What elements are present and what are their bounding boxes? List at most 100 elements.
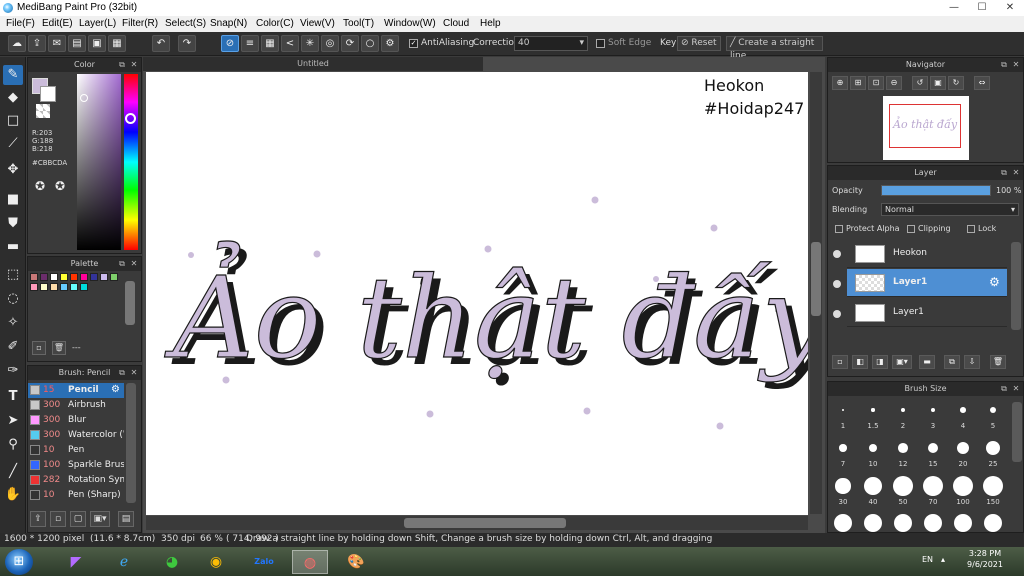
- palette-swatch[interactable]: [40, 273, 48, 281]
- brush-item[interactable]: 100 Sparkle Brush: [28, 458, 124, 473]
- brush-settings-gear-icon[interactable]: ⚙: [111, 384, 120, 395]
- internet-explorer-icon[interactable]: ℯ: [106, 550, 142, 574]
- palette-swatch[interactable]: [110, 273, 118, 281]
- vertical-scrollbar[interactable]: [810, 72, 822, 514]
- minimize-button[interactable]: —: [940, 0, 968, 16]
- language-indicator[interactable]: EN: [922, 555, 933, 564]
- panel-close-icon[interactable]: ✕: [1011, 382, 1021, 396]
- radial-snap-icon[interactable]: ✳: [301, 35, 319, 52]
- menu-tool[interactable]: Tool(T): [343, 18, 374, 29]
- upload-icon[interactable]: ⇪: [28, 35, 46, 52]
- maximize-button[interactable]: ☐: [968, 0, 996, 16]
- brush-size-dot[interactable]: [960, 407, 966, 413]
- new-color-layer-icon[interactable]: ◧: [852, 355, 868, 369]
- pages-icon[interactable]: ▦: [108, 35, 126, 52]
- new-brush-icon[interactable]: ▫: [50, 511, 66, 527]
- select-tool-icon[interactable]: ⬚: [3, 265, 23, 285]
- chrome-icon[interactable]: ◉: [198, 550, 234, 574]
- brush-size-dot[interactable]: [954, 514, 972, 532]
- eraser-tool-icon[interactable]: ◆: [3, 88, 23, 108]
- folder-icon[interactable]: ▬: [919, 355, 935, 369]
- snap-off-icon[interactable]: ⊘: [221, 35, 239, 52]
- reset-button[interactable]: ⊘ Reset: [677, 36, 721, 51]
- vertical-scrollbar-thumb[interactable]: [811, 242, 821, 316]
- background-color-swatch[interactable]: [40, 86, 56, 102]
- navigator-preview[interactable]: Ảo thật đấy: [883, 96, 969, 160]
- brush-item[interactable]: 10 Pen: [28, 443, 124, 458]
- palette-swatch[interactable]: [70, 283, 78, 291]
- panel-float-icon[interactable]: ⧉: [117, 257, 127, 271]
- menu-view[interactable]: View(V): [300, 18, 335, 29]
- zoom-out-icon[interactable]: ⊖: [886, 76, 902, 90]
- horizontal-scrollbar[interactable]: [146, 516, 808, 530]
- new-layer-icon[interactable]: ▫: [832, 355, 848, 369]
- ellipse-snap-icon[interactable]: ○: [361, 35, 379, 52]
- brush-size-dot[interactable]: [984, 514, 1002, 532]
- horizontal-scrollbar-thumb[interactable]: [404, 518, 566, 528]
- new-halftone-layer-icon[interactable]: ◨: [872, 355, 888, 369]
- new-palette-icon[interactable]: ▫: [32, 341, 46, 355]
- straight-line-button[interactable]: ╱ Create a straight line: [726, 36, 823, 61]
- undo-icon[interactable]: ↶: [152, 35, 170, 52]
- chat-icon[interactable]: ▤: [68, 35, 86, 52]
- palette-scrollbar[interactable]: [125, 281, 135, 325]
- brush-size-dot[interactable]: [871, 408, 875, 412]
- brush-size-dot[interactable]: [835, 478, 851, 494]
- gradient-tool-icon[interactable]: ▬: [3, 237, 23, 257]
- brush-size-scrollbar[interactable]: [1012, 402, 1022, 462]
- lasso-tool-icon[interactable]: ◌: [3, 289, 23, 309]
- protect-alpha-checkbox[interactable]: [835, 225, 843, 233]
- duplicate-layer-icon[interactable]: ⧉: [944, 355, 960, 369]
- brush-item-selected[interactable]: 15 Pencil: [28, 383, 124, 398]
- paint-icon[interactable]: 🎨: [338, 550, 374, 574]
- brush-size-dot[interactable]: [834, 514, 852, 532]
- opacity-slider[interactable]: [881, 185, 991, 196]
- menu-help[interactable]: Help: [480, 18, 501, 29]
- page-icon[interactable]: ▣: [88, 35, 106, 52]
- layer-visibility-icon[interactable]: [833, 310, 841, 318]
- curve-snap-icon[interactable]: ⟳: [341, 35, 359, 52]
- menu-color[interactable]: Color(C): [256, 18, 294, 29]
- palette-swatch[interactable]: [70, 273, 78, 281]
- visual-studio-icon[interactable]: ◤: [58, 550, 94, 574]
- panel-float-icon[interactable]: ⧉: [999, 58, 1009, 72]
- merge-down-icon[interactable]: ⇩: [964, 355, 980, 369]
- zoom-fit-icon[interactable]: ⊞: [850, 76, 866, 90]
- brush-tool-icon[interactable]: ✎: [3, 65, 23, 85]
- trash-icon[interactable]: 🗑: [52, 341, 66, 355]
- eyedropper-tool-icon[interactable]: ⚲: [3, 435, 23, 455]
- select-eraser-tool-icon[interactable]: ✑: [3, 361, 23, 381]
- palette-swatch[interactable]: [60, 283, 68, 291]
- brush-menu-icon[interactable]: ▣▾: [90, 511, 110, 527]
- panel-float-icon[interactable]: ⧉: [999, 166, 1009, 180]
- panel-close-icon[interactable]: ✕: [129, 366, 139, 380]
- lock-checkbox[interactable]: [967, 225, 975, 233]
- rotate-left-icon[interactable]: ↺: [912, 76, 928, 90]
- vanishing-snap-icon[interactable]: <: [281, 35, 299, 52]
- brush-item[interactable]: 282 Rotation Sym: [28, 473, 124, 488]
- layer-visibility-icon[interactable]: [833, 250, 841, 258]
- panel-close-icon[interactable]: ✕: [129, 58, 139, 72]
- brush-size-dot[interactable]: [953, 476, 973, 496]
- layer-row[interactable]: Heokon: [847, 240, 1007, 268]
- brush-item[interactable]: 300 Airbrush: [28, 398, 124, 413]
- start-button[interactable]: ⊞: [5, 549, 33, 575]
- soft-edge-checkbox[interactable]: [596, 39, 605, 48]
- brush-item[interactable]: 300 Watercolor (W: [28, 428, 124, 443]
- zoom-100-icon[interactable]: ⊡: [868, 76, 884, 90]
- redo-icon[interactable]: ↷: [178, 35, 196, 52]
- layer-visibility-icon[interactable]: [833, 280, 841, 288]
- flip-icon[interactable]: ⇔: [974, 76, 990, 90]
- brush-size-dot[interactable]: [923, 476, 943, 496]
- palette-swatch[interactable]: [40, 283, 48, 291]
- cloud-brush-icon[interactable]: ⇪: [30, 511, 46, 527]
- app-green-icon[interactable]: ◕: [154, 550, 190, 574]
- brush-size-dot[interactable]: [898, 443, 908, 453]
- hue-slider[interactable]: [124, 74, 138, 250]
- magic-wand-tool-icon[interactable]: ✧: [3, 313, 23, 333]
- palette-swatch[interactable]: [80, 273, 88, 281]
- correction-select[interactable]: 40 ▾: [514, 36, 588, 51]
- panel-float-icon[interactable]: ⧉: [999, 382, 1009, 396]
- parallel-snap-icon[interactable]: ≡: [241, 35, 259, 52]
- hue-cursor[interactable]: [125, 113, 136, 124]
